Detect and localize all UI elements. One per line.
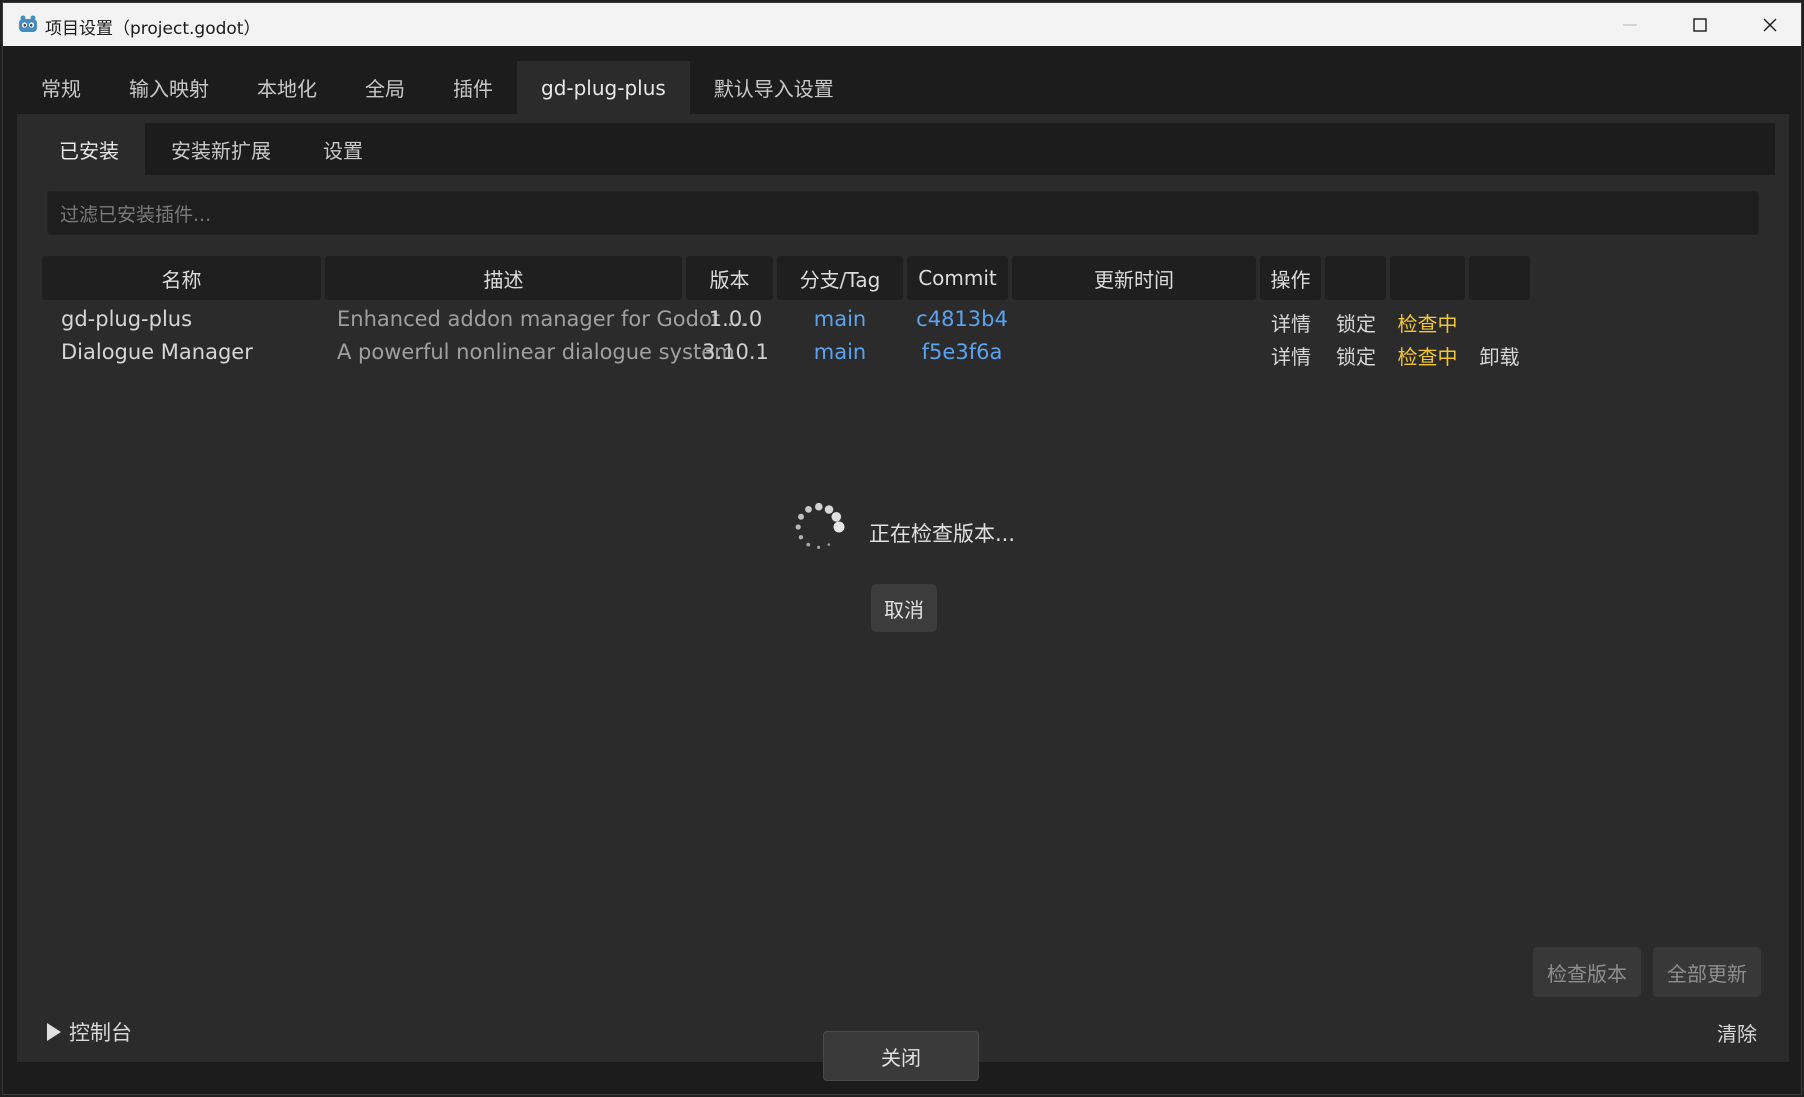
header-name[interactable]: 名称 [42, 256, 321, 300]
header-commit[interactable]: Commit [907, 256, 1008, 300]
header-blank-2 [1390, 256, 1465, 300]
header-branch[interactable]: 分支/Tag [777, 256, 903, 300]
header-version[interactable]: 版本 [686, 256, 773, 300]
tab-localization[interactable]: 本地化 [233, 61, 341, 114]
header-blank-3 [1469, 256, 1530, 300]
tab-settings[interactable]: 设置 [297, 123, 389, 175]
status-checking: 检查中 [1397, 312, 1458, 336]
lock-button[interactable]: 锁定 [1326, 308, 1386, 337]
header-description[interactable]: 描述 [325, 256, 682, 300]
title-bar: 项目设置（project.godot） [3, 3, 1801, 46]
check-version-button[interactable]: 检查版本 [1533, 947, 1641, 997]
tab-globals[interactable]: 全局 [341, 61, 429, 114]
filter-input[interactable]: 过滤已安装插件... [47, 191, 1759, 235]
main-tab-bar: 常规 输入映射 本地化 全局 插件 gd-plug-plus 默认导入设置 [17, 61, 858, 114]
maximize-icon [1693, 17, 1707, 32]
header-blank-1 [1325, 256, 1386, 300]
row-name: gd-plug-plus [61, 307, 193, 331]
loading-spinner-icon [795, 502, 845, 549]
tab-plugins[interactable]: 插件 [429, 61, 517, 114]
sub-tab-bar: 已安装 安装新扩展 设置 [33, 123, 1775, 175]
loading-text: 正在检查版本... [869, 522, 1016, 546]
details-button[interactable]: 详情 [1261, 341, 1321, 370]
tab-general[interactable]: 常规 [17, 61, 105, 114]
console-toggle[interactable]: 控制台 [47, 1017, 132, 1047]
project-settings-window: 项目设置（project.godot） 常规 输入映射 本地化 全局 插件 gd… [2, 2, 1802, 1095]
header-actions[interactable]: 操作 [1260, 256, 1321, 300]
gd-plug-plus-panel: 已安装 安装新扩展 设置 过滤已安装插件... 名称 描述 版本 分支/Tag … [17, 114, 1789, 1062]
godot-logo-icon [19, 15, 37, 32]
minimize-icon [1623, 23, 1637, 26]
close-window-button[interactable] [1735, 3, 1804, 46]
maximize-button[interactable] [1665, 3, 1735, 46]
dialog-body: 常规 输入映射 本地化 全局 插件 gd-plug-plus 默认导入设置 已安… [3, 46, 1801, 1094]
tab-import-defaults[interactable]: 默认导入设置 [690, 61, 858, 114]
update-all-button[interactable]: 全部更新 [1653, 947, 1761, 997]
tab-input-map[interactable]: 输入映射 [105, 61, 233, 114]
status-checking: 检查中 [1397, 345, 1458, 369]
window-title: 项目设置（project.godot） [45, 19, 261, 39]
close-button[interactable]: 关闭 [823, 1031, 979, 1081]
tab-gd-plug-plus[interactable]: gd-plug-plus [517, 61, 690, 114]
row-description: Enhanced addon manager for Godot ... [337, 307, 747, 331]
lock-button[interactable]: 锁定 [1326, 341, 1386, 370]
tab-install-new[interactable]: 安装新扩展 [145, 123, 297, 175]
clear-console-button[interactable]: 清除 [1717, 1018, 1757, 1047]
details-button[interactable]: 详情 [1261, 308, 1321, 337]
row-commit-link[interactable]: f5e3f6a [907, 340, 1017, 364]
row-name: Dialogue Manager [61, 340, 253, 364]
console-label: 控制台 [69, 1021, 132, 1045]
tab-installed[interactable]: 已安装 [33, 123, 145, 175]
header-updated[interactable]: 更新时间 [1012, 256, 1256, 300]
close-icon [1763, 18, 1777, 31]
row-version: 3.10.1 [702, 340, 769, 364]
row-branch-link[interactable]: main [777, 307, 903, 331]
row-description: A powerful nonlinear dialogue system [337, 340, 735, 364]
row-branch-link[interactable]: main [777, 340, 903, 364]
row-commit-link[interactable]: c4813b4 [907, 307, 1017, 331]
cancel-button[interactable]: 取消 [871, 584, 937, 632]
expand-triangle-icon [47, 1023, 61, 1041]
uninstall-button[interactable]: 卸载 [1469, 341, 1530, 370]
minimize-button[interactable] [1595, 3, 1665, 46]
row-version: 1.0.0 [708, 307, 763, 331]
